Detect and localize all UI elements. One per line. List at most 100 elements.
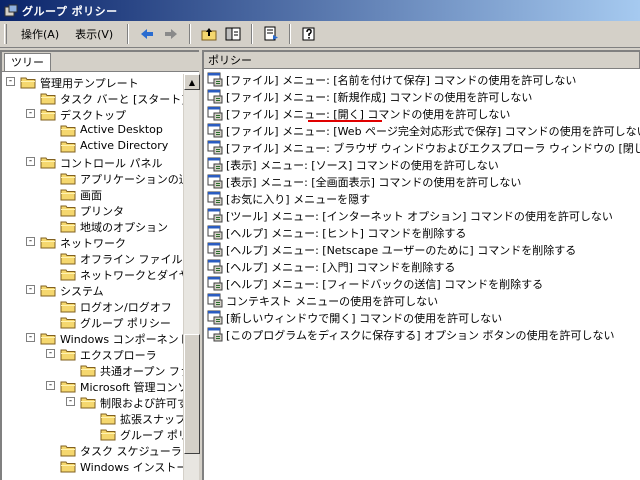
toolbar-separator — [251, 24, 254, 44]
scroll-up-button[interactable]: ▲ — [184, 74, 200, 90]
folder-icon — [40, 236, 56, 249]
policy-list-item[interactable]: [ヘルプ] メニュー: [Netscape ユーザーのために] コマンドを削除す… — [204, 241, 640, 258]
column-header-policy[interactable]: ポリシー — [204, 52, 640, 69]
menu-action[interactable]: 操作(A) — [13, 23, 67, 45]
policy-list-item[interactable]: [新しいウィンドウで開く] コマンドの使用を許可しない — [204, 309, 640, 326]
policy-label: [表示] メニュー: [全画面表示] コマンドの使用を許可しない — [226, 175, 522, 189]
policy-label: [お気に入り] メニューを隠す — [226, 192, 371, 206]
tree-item[interactable]: - ネットワーク — [2, 234, 183, 250]
help-button[interactable] — [298, 23, 320, 45]
back-button[interactable] — [136, 23, 158, 45]
tree-item[interactable]: 地域のオプション — [2, 218, 183, 234]
tree-item[interactable]: 拡張スナップイン — [2, 410, 183, 426]
tab-tree[interactable]: ツリー — [4, 52, 51, 71]
toolbar-grip[interactable] — [4, 24, 7, 44]
tree-collapse-toggle[interactable]: - — [66, 397, 75, 406]
policy-list-item[interactable]: [表示] メニュー: [ソース] コマンドの使用を許可しない — [204, 156, 640, 173]
folder-icon — [60, 300, 76, 313]
policy-list-item[interactable]: [お気に入り] メニューを隠す — [204, 190, 640, 207]
folder-icon — [20, 76, 36, 89]
tree-collapse-toggle[interactable]: - — [26, 285, 35, 294]
policy-list-item[interactable]: [ツール] メニュー: [インターネット オプション] コマンドの使用を許可しな… — [204, 207, 640, 224]
tree-scrollbar[interactable]: ▲ — [183, 74, 200, 480]
policy-label: [ファイル] メニュー: [Web ページ完全対応形式で保存] コマンドの使用を… — [226, 124, 640, 138]
folder-icon — [60, 140, 76, 153]
policy-list-item[interactable]: [ヘルプ] メニュー: [入門] コマンドを削除する — [204, 258, 640, 275]
tree-item[interactable]: - システム — [2, 282, 183, 298]
tree-item[interactable]: - エクスプローラ — [2, 346, 183, 362]
folder-icon — [80, 396, 96, 409]
tree-collapse-toggle[interactable]: - — [26, 237, 35, 246]
policy-list-item[interactable]: [ヘルプ] メニュー: [ヒント] コマンドを削除する — [204, 224, 640, 241]
tree-collapse-toggle[interactable]: - — [6, 77, 15, 86]
policy-list-item[interactable]: [ファイル] メニュー: [新規作成] コマンドの使用を許可しない — [204, 88, 640, 105]
tree-item[interactable]: - デスクトップ — [2, 106, 183, 122]
tree-item[interactable]: タスク バーと [スタート] メニュー — [2, 90, 183, 106]
tree-item[interactable]: - コントロール パネル — [2, 154, 183, 170]
policy-list-item[interactable]: [ファイル] メニュー: [開く] コマンドの使用を許可しない — [204, 105, 640, 122]
tree-item-label: Microsoft 管理コンソール — [80, 381, 183, 394]
policy-setting-icon — [207, 140, 223, 155]
tree-item[interactable]: グループ ポリシー — [2, 314, 183, 330]
tree-collapse-toggle[interactable]: - — [26, 109, 35, 118]
menu-view[interactable]: 表示(V) — [67, 23, 121, 45]
up-level-button[interactable] — [198, 23, 220, 45]
tree-item[interactable]: アプリケーションの追加と削除 — [2, 170, 183, 186]
tree-item[interactable]: - 管理用テンプレート — [2, 74, 183, 90]
toolbar-separator — [289, 24, 292, 44]
tree-item[interactable]: Active Directory — [2, 138, 183, 154]
folder-icon — [60, 444, 76, 457]
policy-list-item[interactable]: [ファイル] メニュー: [Web ページ完全対応形式で保存] コマンドの使用を… — [204, 122, 640, 139]
tree-item[interactable]: オフライン ファイル — [2, 250, 183, 266]
help-icon — [302, 27, 315, 41]
toolbar-separator — [189, 24, 192, 44]
tree-item[interactable]: プリンタ — [2, 202, 183, 218]
policy-setting-icon — [207, 123, 223, 138]
tree-item[interactable]: グループ ポリシー — [2, 426, 183, 442]
folder-icon — [40, 156, 56, 169]
tree-item-label: 画面 — [80, 189, 102, 202]
tree-item[interactable]: タスク スケジューラ — [2, 442, 183, 458]
policy-label: コンテキスト メニューの使用を許可しない — [226, 294, 439, 308]
policy-list-item[interactable]: [ヘルプ] メニュー: [フィードバックの送信] コマンドを削除する — [204, 275, 640, 292]
tree-item[interactable]: Active Desktop — [2, 122, 183, 138]
tree-item[interactable]: Windows インストーラ — [2, 458, 183, 474]
tree-item-label: グループ ポリシー — [120, 429, 183, 442]
tree-item[interactable]: - 制限および許可するスナップイン — [2, 394, 183, 410]
tree-item[interactable]: 画面 — [2, 186, 183, 202]
folder-icon — [60, 220, 76, 233]
tree-item[interactable]: 共通オープン ファイル ダイアログ — [2, 362, 183, 378]
scroll-thumb[interactable] — [184, 334, 200, 454]
policy-setting-icon — [207, 259, 223, 274]
policy-list-item[interactable]: [ファイル] メニュー: ブラウザ ウィンドウおよびエクスプローラ ウィンドウの… — [204, 139, 640, 156]
policy-list-item[interactable]: [ファイル] メニュー: [名前を付けて保存] コマンドの使用を許可しない — [204, 71, 640, 88]
annotation-underline — [308, 120, 382, 122]
tree-collapse-toggle[interactable]: - — [46, 381, 55, 390]
tree-item-label: Windows コンポーネント — [60, 333, 183, 346]
policy-list-item[interactable]: コンテキスト メニューの使用を許可しない — [204, 292, 640, 309]
tree-collapse-toggle[interactable]: - — [26, 333, 35, 342]
policy-setting-icon — [207, 72, 223, 87]
group-policy-icon — [4, 4, 18, 18]
policy-setting-icon — [207, 225, 223, 240]
policy-list-item[interactable]: [表示] メニュー: [全画面表示] コマンドの使用を許可しない — [204, 173, 640, 190]
forward-button[interactable] — [160, 23, 182, 45]
tree-item[interactable]: - Windows コンポーネント — [2, 330, 183, 346]
tree-item[interactable]: - Microsoft 管理コンソール — [2, 378, 183, 394]
tree-item[interactable]: ネットワークとダイヤルアップ接続 — [2, 266, 183, 282]
show-hide-tree-button[interactable] — [222, 23, 244, 45]
policy-list-item[interactable]: [このプログラムをディスクに保存する] オプション ボタンの使用を許可しない — [204, 326, 640, 343]
tree-item-label: オフライン ファイル — [80, 253, 183, 266]
tree-collapse-toggle[interactable]: - — [46, 349, 55, 358]
folder-icon — [60, 460, 76, 473]
folder-icon — [60, 380, 76, 393]
show-hide-tree-icon — [225, 27, 241, 41]
tree-collapse-toggle[interactable]: - — [26, 157, 35, 166]
tree-item[interactable]: ログオン/ログオフ — [2, 298, 183, 314]
policy-label: [ヘルプ] メニュー: [フィードバックの送信] コマンドを削除する — [226, 277, 544, 291]
tree-item-label: プリンタ — [80, 205, 124, 218]
tree-pane: ツリー - 管理用テンプレートタスク バーと [スタート] メニュー - デスクトップ… — [0, 50, 200, 480]
window-title: グループ ポリシー — [22, 4, 118, 18]
export-list-button[interactable] — [260, 23, 282, 45]
folder-icon — [60, 316, 76, 329]
